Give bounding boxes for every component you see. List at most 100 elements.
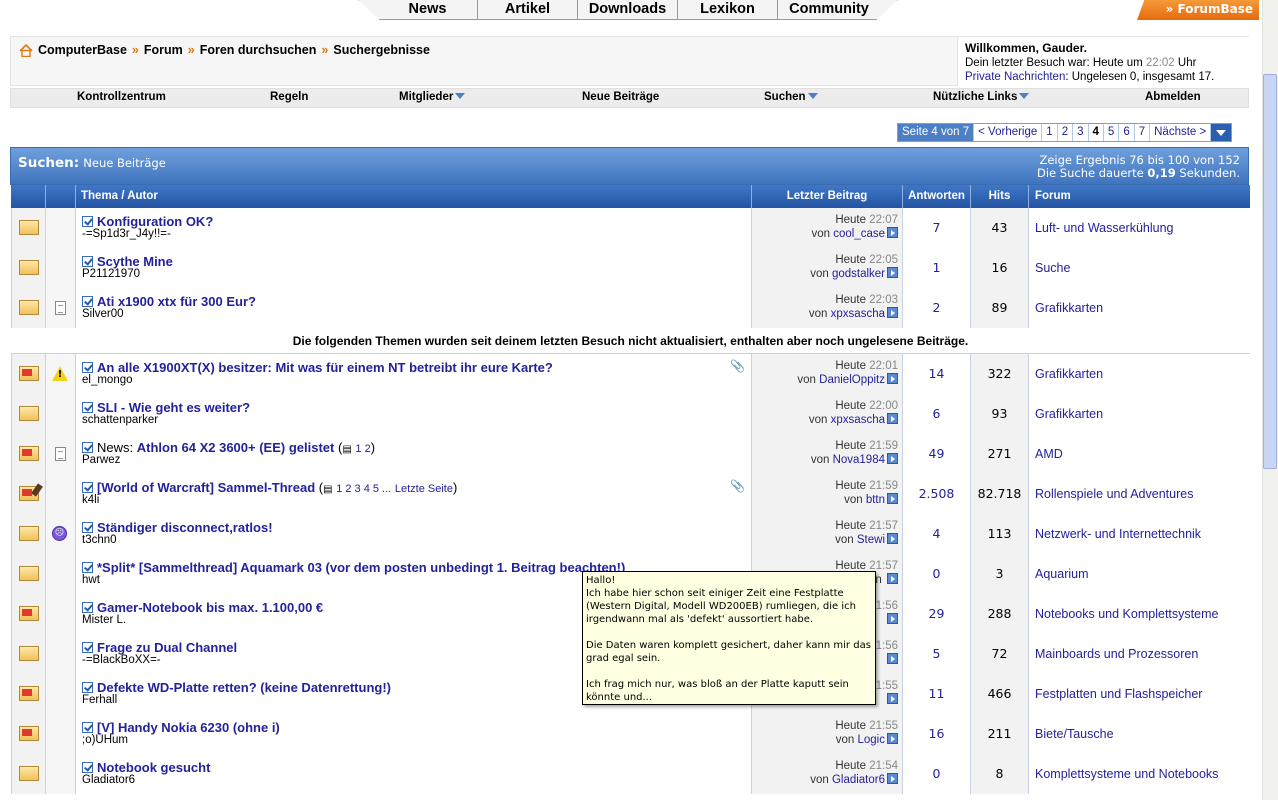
private-messages-link[interactable]: Private Nachrichten — [965, 71, 1065, 83]
thread-title-link[interactable]: Konfiguration OK? — [97, 214, 213, 229]
thread-title-link[interactable]: [V] Handy Nokia 6230 (ohne i) — [97, 720, 280, 735]
tab-news[interactable]: News — [378, 0, 478, 19]
tab-community[interactable]: Community — [778, 0, 880, 19]
nav-kontrollzentrum[interactable]: Kontrollzentrum — [77, 91, 166, 103]
col-antworten[interactable]: Antworten — [902, 185, 970, 208]
replies-count[interactable]: 0 — [902, 554, 970, 594]
pagination-page[interactable]: 7 — [1135, 124, 1151, 141]
forum-link[interactable]: Rollenspiele und Adventures — [1028, 474, 1250, 514]
thread-author[interactable]: Parwez — [82, 454, 120, 466]
thread-title-link[interactable]: [World of Warcraft] Sammel-Thread — [97, 480, 315, 495]
goto-last-post-icon[interactable] — [887, 267, 898, 278]
last-post-user-link[interactable]: cool_case — [833, 228, 885, 240]
replies-count[interactable]: 49 — [902, 434, 970, 474]
goto-last-post-icon[interactable] — [887, 227, 898, 238]
forum-link[interactable]: Festplatten und Flashspeicher — [1028, 674, 1250, 714]
scrollbar-thumb[interactable] — [1263, 74, 1277, 469]
thread-author[interactable]: -=BlackBoXX=- — [82, 654, 161, 666]
last-post-user-link[interactable]: Gladiator6 — [832, 774, 885, 786]
thread-author[interactable]: k4li — [82, 494, 99, 506]
forum-link[interactable]: Biete/Tausche — [1028, 714, 1250, 754]
tab-lexikon[interactable]: Lexikon — [678, 0, 778, 19]
forum-link[interactable]: Suche — [1028, 248, 1250, 288]
pagination-page[interactable]: 3 — [1073, 124, 1089, 141]
pagination-page[interactable]: 2 — [1058, 124, 1074, 141]
thread-page-links[interactable]: 1 2 — [355, 443, 370, 455]
goto-last-post-icon[interactable] — [887, 493, 898, 504]
goto-last-post-icon[interactable] — [887, 773, 898, 784]
thread-author[interactable]: Silver00 — [82, 308, 124, 320]
thread-title-link[interactable]: Frage zu Dual Channel — [97, 640, 237, 655]
goto-last-post-icon[interactable] — [887, 373, 898, 384]
goto-last-post-icon[interactable] — [887, 653, 898, 664]
replies-count[interactable]: 4 — [902, 514, 970, 554]
thread-title-link[interactable]: Defekte WD-Platte retten? (keine Datenre… — [97, 680, 391, 695]
last-post-user-link[interactable]: Stewi — [857, 534, 885, 546]
pagination-page[interactable]: 6 — [1119, 124, 1135, 141]
thread-author[interactable]: ;o)UHum — [82, 734, 128, 746]
forum-link[interactable]: Grafikkarten — [1028, 394, 1250, 434]
forum-link[interactable]: AMD — [1028, 434, 1250, 474]
replies-count[interactable]: 2.508 — [902, 474, 970, 514]
pagination-next[interactable]: Nächste > — [1150, 124, 1212, 141]
tab-downloads[interactable]: Downloads — [578, 0, 678, 19]
forum-link[interactable]: Komplettsysteme und Notebooks — [1028, 754, 1250, 794]
replies-count[interactable]: 14 — [902, 354, 970, 394]
replies-count[interactable]: 6 — [902, 394, 970, 434]
thread-author[interactable]: el_mongo — [82, 374, 133, 386]
goto-last-post-icon[interactable] — [887, 613, 898, 624]
thread-author[interactable]: Mister L. — [82, 614, 126, 626]
replies-count[interactable]: 16 — [902, 714, 970, 754]
replies-count[interactable]: 11 — [902, 674, 970, 714]
breadcrumb-home[interactable]: ComputerBase — [38, 43, 127, 57]
thread-title-link[interactable]: Ständiger disconnect,ratlos! — [97, 520, 273, 535]
replies-count[interactable]: 7 — [902, 208, 970, 248]
last-post-user-link[interactable]: godstalker — [832, 268, 885, 280]
pagination-page[interactable]: 1 — [1042, 124, 1058, 141]
replies-count[interactable]: 2 — [902, 288, 970, 328]
replies-count[interactable]: 0 — [902, 754, 970, 794]
goto-last-post-icon[interactable] — [887, 573, 898, 584]
replies-count[interactable]: 29 — [902, 594, 970, 634]
last-post-user-link[interactable]: DanielOppitz — [819, 374, 885, 386]
goto-last-post-icon[interactable] — [887, 453, 898, 464]
forum-link[interactable]: Aquarium — [1028, 554, 1250, 594]
forum-link[interactable]: Grafikkarten — [1028, 354, 1250, 394]
last-post-user-link[interactable]: xpxsascha — [831, 308, 885, 320]
nav-nuetzliche-links[interactable]: Nützliche Links — [933, 91, 1030, 103]
forum-link[interactable]: Mainboards und Prozessoren — [1028, 634, 1250, 674]
thread-page-links[interactable]: 1 2 3 4 5 ... — [336, 483, 391, 495]
thread-title-link[interactable]: Gamer-Notebook bis max. 1.100,00 € — [97, 600, 323, 615]
forum-link[interactable]: Netzwerk- und Internettechnik — [1028, 514, 1250, 554]
forum-link[interactable]: Notebooks und Komplettsysteme — [1028, 594, 1250, 634]
thread-author[interactable]: Gladiator6 — [82, 774, 135, 786]
pagination-page[interactable]: 5 — [1104, 124, 1120, 141]
nav-neue-beitraege[interactable]: Neue Beiträge — [582, 91, 659, 103]
replies-count[interactable]: 5 — [902, 634, 970, 674]
nav-mitglieder[interactable]: Mitglieder — [399, 91, 466, 103]
thread-author[interactable]: hwt — [82, 574, 100, 586]
nav-abmelden[interactable]: Abmelden — [1145, 91, 1201, 103]
nav-regeln[interactable]: Regeln — [270, 91, 308, 103]
goto-last-post-icon[interactable] — [887, 533, 898, 544]
thread-title-link[interactable]: Ati x1900 xtx für 300 Eur? — [97, 294, 256, 309]
pagination-menu-button[interactable] — [1211, 124, 1232, 141]
tab-artikel[interactable]: Artikel — [478, 0, 578, 19]
thread-title-link[interactable]: Scythe Mine — [97, 254, 173, 269]
last-post-user-link[interactable]: xpxsascha — [831, 414, 885, 426]
pagination-prev[interactable]: < Vorherige — [974, 124, 1043, 141]
thread-author[interactable]: t3chn0 — [82, 534, 117, 546]
goto-last-post-icon[interactable] — [887, 307, 898, 318]
last-post-user-link[interactable]: Nova1984 — [833, 454, 885, 466]
goto-last-post-icon[interactable] — [887, 693, 898, 704]
thread-title-link[interactable]: An alle X1900XT(X) besitzer: Mit was für… — [97, 360, 553, 375]
col-thema-autor[interactable]: Thema / Autor — [75, 185, 751, 208]
thread-author[interactable]: Ferhall — [82, 694, 117, 706]
thread-author[interactable]: P21121970 — [82, 268, 140, 280]
thread-title-link[interactable]: SLI - Wie geht es weiter? — [97, 400, 250, 415]
forum-link[interactable]: Grafikkarten — [1028, 288, 1250, 328]
goto-last-post-icon[interactable] — [887, 413, 898, 424]
thread-title-link[interactable]: Notebook gesucht — [97, 760, 210, 775]
thread-last-page-link[interactable]: Letzte Seite — [395, 483, 453, 495]
forum-link[interactable]: Luft- und Wasserkühlung — [1028, 208, 1250, 248]
